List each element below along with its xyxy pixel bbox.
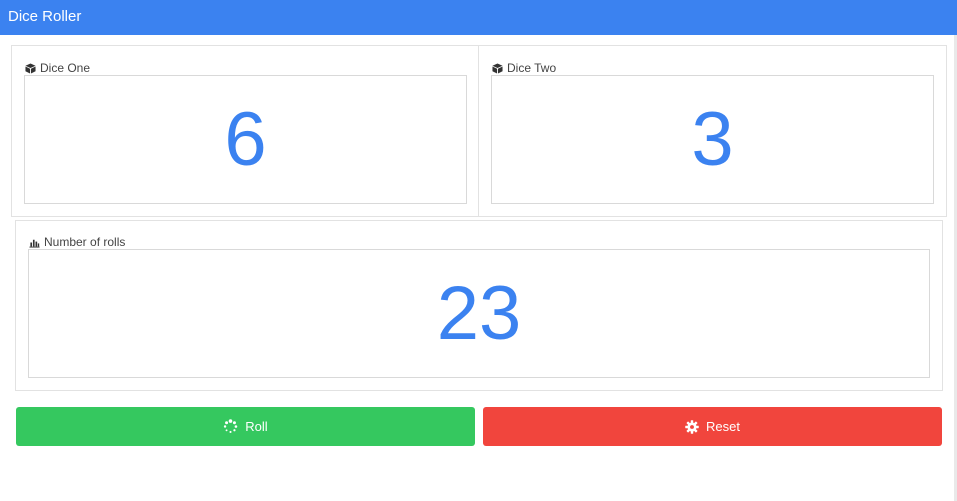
rolls-header: Number of rolls (29, 235, 125, 249)
dice-one-header: Dice One (25, 61, 90, 75)
reset-button[interactable]: Reset (483, 407, 942, 446)
dice-two-label: Dice Two (507, 61, 557, 75)
app-title-bar: Dice Roller (0, 0, 957, 35)
app-title: Dice Roller (8, 8, 82, 25)
dice-two-value: 3 (691, 96, 734, 182)
dice-one-value: 6 (224, 96, 267, 182)
rolls-value: 23 (436, 270, 522, 356)
rolls-label: Number of rolls (44, 235, 126, 249)
spinner-icon (224, 419, 238, 433)
bar-chart-icon (29, 239, 40, 248)
roll-button-label: Roll (245, 419, 268, 434)
cube-icon (492, 62, 503, 74)
dice-one-label: Dice One (40, 61, 91, 75)
reset-button-label: Reset (706, 419, 740, 434)
roll-button[interactable]: Roll (16, 407, 475, 446)
dice-row-divider (478, 45, 479, 217)
dice-one-display: 6 (24, 75, 467, 204)
dice-two-display: 3 (491, 75, 934, 204)
dice-two-header: Dice Two (492, 61, 556, 75)
rolls-display: 23 (28, 249, 930, 378)
cog-icon (685, 419, 699, 434)
cube-icon (25, 62, 36, 74)
